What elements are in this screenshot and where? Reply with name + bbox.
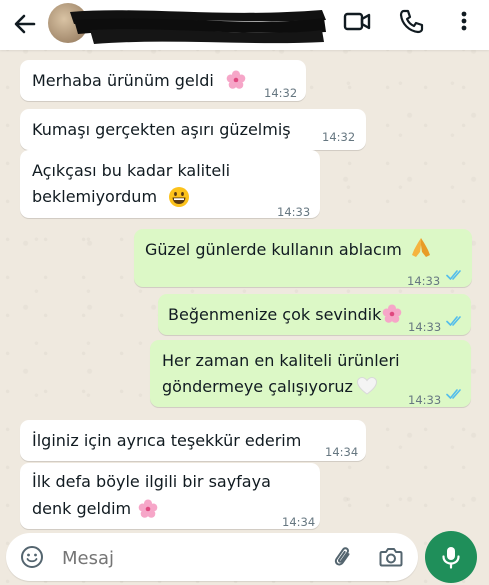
- phone-icon[interactable]: [396, 6, 426, 36]
- microphone-icon: [442, 547, 460, 569]
- message-time: 14:32: [322, 130, 356, 144]
- message-text-line-2: denk geldim: [32, 499, 132, 518]
- message-time: 14:32: [264, 86, 298, 100]
- message-text-line-1: İlk defa böyle ilgili bir sayfaya: [32, 472, 271, 491]
- folded-hands-emoji: [412, 238, 430, 257]
- camera-icon[interactable]: [378, 544, 404, 570]
- chat-header: [0, 0, 489, 50]
- message-time: 14:33: [277, 205, 311, 219]
- message-incoming[interactable]: Kumaşı gerçekten aşırı güzelmiş 14:32: [20, 109, 366, 150]
- message-time: 14:33: [408, 320, 442, 334]
- cherry-blossom-emoji: [382, 304, 402, 323]
- message-incoming[interactable]: Açıkçası bu kadar kaliteli beklemiyordum…: [20, 150, 320, 219]
- message-incoming[interactable]: İlginiz için ayrıca teşekkür ederim 14:3…: [20, 420, 366, 461]
- cherry-blossom-emoji: [226, 70, 246, 89]
- message-time: 14:33: [408, 393, 442, 407]
- read-ticks-icon: [446, 270, 461, 280]
- message-text-line-1: Açıkçası bu kadar kaliteli: [32, 161, 231, 180]
- message-text: Merhaba ürünüm geldi: [32, 71, 214, 90]
- message-outgoing[interactable]: Her zaman en kaliteli ürünleri göndermey…: [150, 340, 471, 407]
- white-heart-emoji: [356, 376, 378, 395]
- video-call-icon[interactable]: [342, 6, 372, 36]
- emoji-icon[interactable]: [20, 545, 44, 569]
- message-outgoing[interactable]: Beğenmenize çok sevindik 14:33: [158, 294, 471, 335]
- message-text-line-2: beklemiyordum: [32, 187, 158, 206]
- cherry-blossom-emoji: [138, 499, 158, 518]
- message-text: Kumaşı gerçekten aşırı güzelmiş: [32, 120, 291, 139]
- arrow-left-icon[interactable]: [10, 9, 40, 39]
- read-ticks-icon: [446, 316, 461, 326]
- message-text: Beğenmenize çok sevindik: [168, 305, 382, 324]
- more-vertical-icon[interactable]: [449, 6, 479, 36]
- microphone-button[interactable]: [425, 531, 477, 583]
- message-text-line-1: Her zaman en kaliteli ürünleri: [162, 351, 400, 370]
- message-composer: [6, 533, 418, 581]
- message-input[interactable]: [60, 543, 324, 573]
- message-text-line-2: göndermeye çalışıyoruz: [162, 377, 353, 396]
- message-time: 14:33: [407, 274, 441, 288]
- message-text: Güzel günlerde kullanın ablacım: [145, 240, 402, 259]
- message-time: 14:34: [282, 515, 316, 529]
- message-time: 14:34: [325, 445, 359, 459]
- message-outgoing[interactable]: Güzel günlerde kullanın ablacım 14:33: [134, 229, 472, 288]
- grinning-face-emoji: [169, 187, 189, 207]
- read-ticks-icon: [446, 389, 461, 399]
- redacted-contact-name: [70, 10, 326, 44]
- paperclip-icon[interactable]: [332, 545, 356, 569]
- message-incoming[interactable]: Merhaba ürünüm geldi 14:32: [20, 60, 306, 101]
- message-text: İlginiz için ayrıca teşekkür ederim: [32, 431, 302, 450]
- message-incoming[interactable]: İlk defa böyle ilgili bir sayfaya denk g…: [20, 463, 320, 529]
